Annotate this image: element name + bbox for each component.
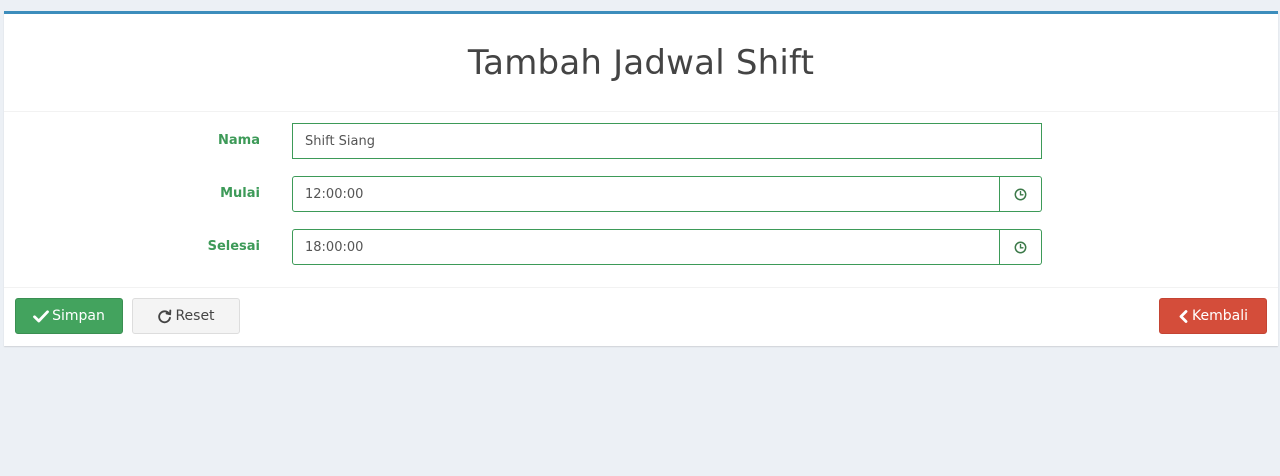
chevron-left-icon (1178, 309, 1189, 323)
panel-header: Tambah Jadwal Shift (4, 14, 1278, 112)
save-button[interactable]: Simpan (15, 298, 123, 334)
mulai-time-input[interactable] (292, 176, 1000, 212)
nama-input[interactable] (292, 123, 1042, 159)
clock-icon (1014, 241, 1027, 253)
selesai-time-input[interactable] (292, 229, 1000, 265)
form-row-mulai: Mulai (4, 176, 1278, 212)
refresh-icon (157, 309, 172, 324)
form-row-nama: Nama (4, 123, 1278, 159)
mulai-label: Mulai (220, 186, 260, 201)
back-button-label: Kembali (1192, 308, 1248, 324)
check-icon (33, 309, 50, 323)
form-body: Nama Mulai Selesai (4, 112, 1278, 288)
form-row-selesai: Selesai (4, 229, 1278, 265)
selesai-label: Selesai (207, 239, 260, 254)
back-button[interactable]: Kembali (1159, 298, 1267, 334)
selesai-timepicker-button[interactable] (1000, 229, 1042, 265)
save-button-label: Simpan (52, 308, 105, 324)
nama-input-wrap (292, 123, 1042, 159)
mulai-timepicker-button[interactable] (1000, 176, 1042, 212)
reset-button[interactable]: Reset (132, 298, 240, 334)
selesai-input-group (292, 229, 1042, 265)
shift-form-panel: Tambah Jadwal Shift Nama Mulai Seles (4, 11, 1278, 346)
mulai-input-group (292, 176, 1042, 212)
form-footer: Simpan Reset Kembali (4, 288, 1278, 347)
clock-icon (1014, 188, 1027, 200)
nama-label: Nama (218, 133, 260, 148)
reset-button-label: Reset (175, 308, 215, 324)
page-title: Tambah Jadwal Shift (467, 42, 815, 83)
